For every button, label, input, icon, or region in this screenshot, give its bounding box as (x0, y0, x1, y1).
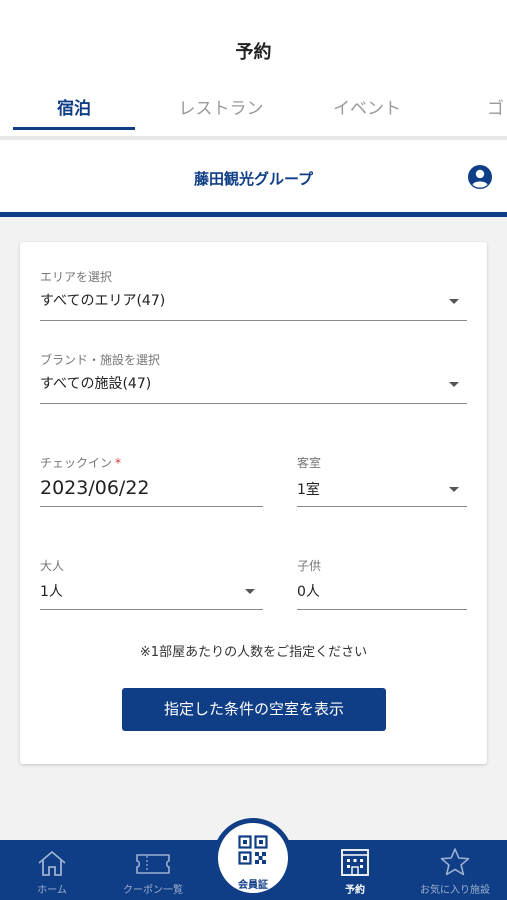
member-card-button[interactable]: 会員証 (213, 818, 293, 898)
facility-value: すべての施設(47) (40, 376, 152, 392)
star-icon (440, 848, 470, 876)
facility-label: ブランド・施設を選択 (40, 353, 161, 367)
nav-reserve-label: 予約 (345, 885, 365, 896)
facility-select[interactable]: ブランド・施設を選択 すべての施設(47) (40, 351, 467, 405)
building-icon (341, 849, 369, 876)
member-card-label: 会員証 (238, 880, 268, 891)
tab-event[interactable]: イベント (306, 92, 428, 132)
page-title: 予約 (235, 42, 272, 63)
tab-stay[interactable]: 宿泊 (13, 92, 135, 132)
adults-underline (40, 609, 263, 610)
checkin-label: チェックイン * (40, 456, 122, 470)
brand-name: 藤田観光グループ (193, 170, 314, 188)
children-value: 0人 (297, 584, 320, 600)
nav-home-label: ホーム (37, 885, 67, 896)
adults-value: 1人 (40, 584, 63, 600)
rooms-value: 1室 (297, 482, 320, 498)
search-vacancy-button[interactable]: 指定した条件の空室を表示 (122, 688, 386, 731)
nav-coupons[interactable]: クーポン一覧 (103, 840, 203, 900)
children-label: 子供 (297, 559, 322, 573)
ticket-icon (136, 854, 170, 874)
chevron-down-icon (449, 487, 459, 492)
nav-coupons-label: クーポン一覧 (123, 885, 183, 896)
checkin-value: 2023/06/22 (40, 477, 150, 499)
app-header: 予約 宿泊 レストラン イベント ゴ (0, 0, 507, 140)
account-circle-icon[interactable] (467, 164, 493, 190)
rooms-label: 客室 (297, 456, 322, 470)
area-label: エリアを選択 (40, 270, 113, 284)
required-mark: * (115, 456, 122, 470)
nav-reserve[interactable]: 予約 (305, 840, 405, 900)
chevron-down-icon (245, 589, 255, 594)
nav-favorites[interactable]: お気に入り施設 (405, 840, 505, 900)
brand-underline (0, 212, 507, 217)
area-select[interactable]: エリアを選択 すべてのエリア(47) (40, 268, 467, 322)
facility-underline (40, 403, 467, 404)
children-input[interactable]: 子供 0人 (297, 557, 467, 611)
checkin-date-field[interactable]: チェックイン * 2023/06/22 (40, 454, 263, 508)
area-value: すべてのエリア(47) (40, 293, 166, 309)
qr-code-icon (238, 835, 268, 865)
search-form-card: エリアを選択 すべてのエリア(47) ブランド・施設を選択 すべての施設(47)… (20, 242, 487, 764)
brand-bar: 藤田観光グループ (0, 140, 507, 212)
tab-restaurant[interactable]: レストラン (160, 92, 282, 132)
checkin-underline (40, 506, 263, 507)
area-underline (40, 320, 467, 321)
member-card-inner: 会員証 (218, 823, 288, 893)
children-underline (297, 609, 467, 610)
category-tabs: 宿泊 レストラン イベント ゴ (0, 92, 507, 132)
chevron-down-icon (449, 299, 459, 304)
guest-count-note: ※1部屋あたりの人数をご指定ください (139, 645, 368, 660)
rooms-select[interactable]: 客室 1室 (297, 454, 467, 508)
tab-golf[interactable]: ゴ (452, 92, 507, 132)
home-icon (38, 850, 66, 876)
adults-select[interactable]: 大人 1人 (40, 557, 263, 611)
chevron-down-icon (449, 382, 459, 387)
adults-label: 大人 (40, 559, 65, 573)
nav-home[interactable]: ホーム (2, 840, 102, 900)
rooms-underline (297, 506, 467, 507)
nav-favorites-label: お気に入り施設 (420, 885, 490, 896)
